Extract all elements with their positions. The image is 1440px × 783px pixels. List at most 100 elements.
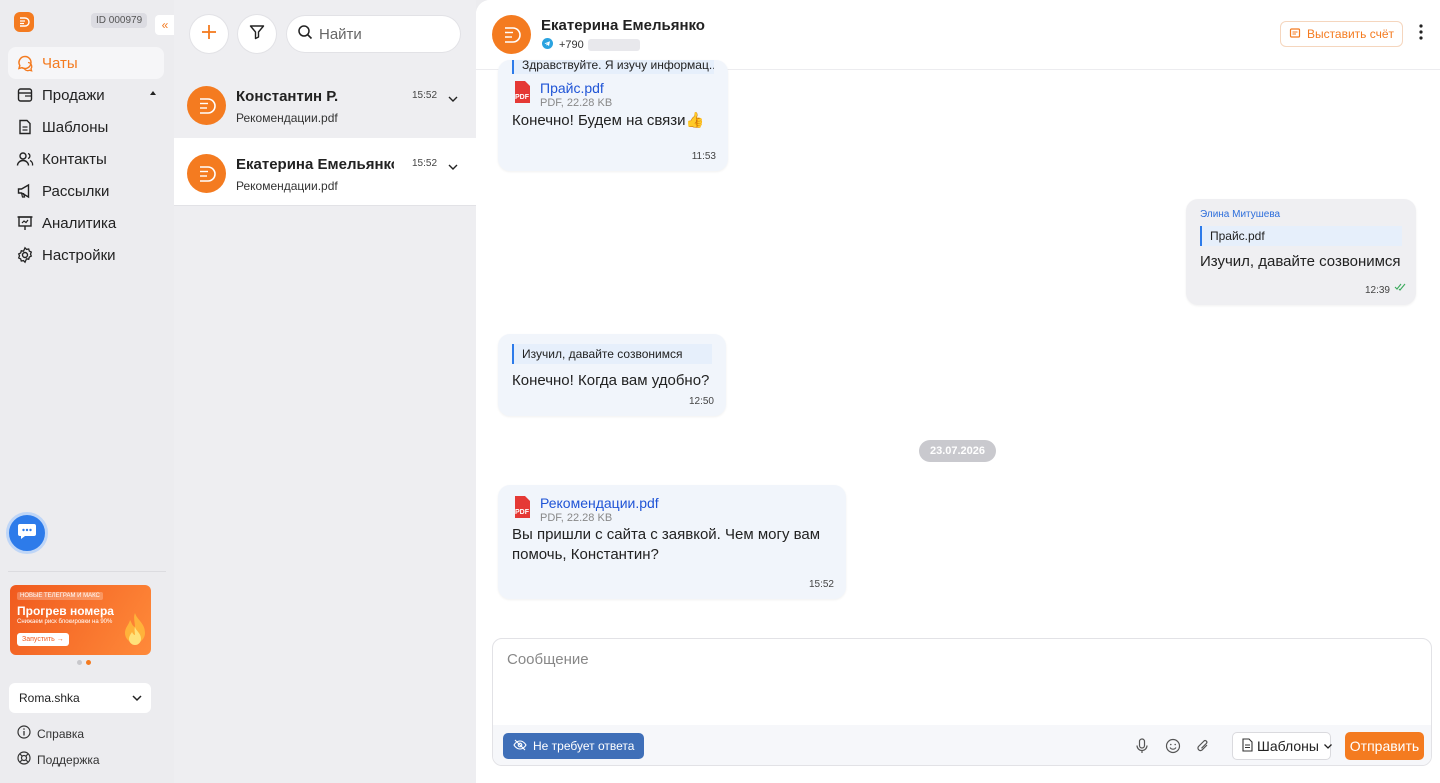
- message-text: Изучил, давайте созвонимся: [1200, 253, 1401, 270]
- microphone-icon[interactable]: [1135, 738, 1149, 759]
- phone-redacted: [587, 39, 640, 51]
- nav-label: Контакты: [42, 150, 107, 168]
- support-label: Поддержка: [37, 752, 100, 767]
- templates-select[interactable]: Шаблоны: [1232, 732, 1332, 760]
- search-input[interactable]: Найти: [287, 16, 460, 52]
- no-reply-needed-button[interactable]: Не требует ответа: [503, 733, 645, 759]
- nav-item-mailings[interactable]: Рассылки: [8, 175, 164, 207]
- chat-list-toolbar: Найти: [174, 0, 476, 70]
- fire-icon: [121, 611, 149, 654]
- file-attachment[interactable]: PDF Рекомендации.pdf PDF, 22.28 KB: [512, 495, 832, 524]
- search-icon: [297, 24, 313, 44]
- contact-phone: +790: [542, 38, 640, 52]
- promo-subtitle: Снижаем риск блокировки на 90%: [17, 619, 113, 625]
- emoji-icon[interactable]: [1165, 738, 1181, 759]
- message-incoming[interactable]: Изучил, давайте созвонимся Конечно! Когд…: [498, 334, 726, 416]
- pagination-dot-active[interactable]: [86, 660, 91, 665]
- message-incoming[interactable]: PDF Рекомендации.pdf PDF, 22.28 KB Вы пр…: [498, 485, 846, 599]
- composer-toolbar: Не требует ответа Шаблоны Отправить: [493, 725, 1431, 765]
- presentation-chart-icon: [15, 213, 35, 233]
- promo-pagination: [77, 660, 91, 665]
- message-composer[interactable]: Сообщение Не требует ответа Шаблоны Отпр…: [492, 638, 1432, 766]
- lifebuoy-icon: [17, 751, 31, 768]
- help-link[interactable]: Справка: [17, 725, 84, 742]
- message-sender: Элина Митушева: [1200, 209, 1281, 220]
- document-icon: [1241, 737, 1253, 755]
- pagination-dot[interactable]: [77, 660, 82, 665]
- message-time: 12:39: [1364, 285, 1390, 296]
- telegram-icon: [542, 38, 553, 52]
- chat-name: Константин Р.: [236, 88, 339, 105]
- nav-item-contacts[interactable]: Контакты: [8, 143, 164, 175]
- message-incoming[interactable]: Здравствуйте. Я изучу информац... PDF Пр…: [498, 60, 728, 171]
- support-link[interactable]: Поддержка: [17, 751, 100, 768]
- new-chat-button[interactable]: [190, 15, 228, 53]
- conversation-panel: Екатерина Емельянко +790 Выставить счёт …: [476, 0, 1440, 783]
- nav-item-analytics[interactable]: Аналитика: [8, 207, 164, 239]
- users-icon: [15, 149, 35, 169]
- paperclip-icon[interactable]: [1196, 738, 1210, 759]
- chat-preview: Рекомендации.pdf: [236, 111, 338, 125]
- message-text: Конечно! Когда вам удобно?: [512, 372, 710, 389]
- caret-up-icon: [150, 91, 156, 95]
- avatar: [187, 86, 226, 125]
- reply-quote[interactable]: Прайс.pdf: [1200, 226, 1402, 246]
- filter-button[interactable]: [238, 15, 276, 53]
- file-name[interactable]: Рекомендации.pdf: [540, 495, 659, 511]
- account-select[interactable]: Roma.shka: [9, 683, 151, 713]
- double-chevron-left-icon: «: [161, 18, 169, 32]
- promo-launch-button[interactable]: Запустить →: [17, 633, 69, 646]
- double-check-icon: [1394, 278, 1406, 296]
- avatar[interactable]: [492, 15, 531, 54]
- chevron-down-icon[interactable]: [447, 92, 459, 110]
- nav-item-settings[interactable]: Настройки: [8, 239, 164, 271]
- chat-time: 15:52: [412, 158, 438, 169]
- megaphone-icon: [15, 181, 35, 201]
- chat-name: Екатерина Емельянко: [236, 156, 394, 173]
- file-meta: PDF, 22.28 KB: [540, 512, 613, 524]
- search-placeholder: Найти: [319, 25, 362, 43]
- collapse-sidebar-button[interactable]: «: [155, 15, 175, 35]
- file-meta: PDF, 22.28 KB: [540, 97, 613, 109]
- chat-list-item-selected[interactable]: Екатерина Емельянко 15:52 Рекомендации.p…: [174, 138, 476, 206]
- sidebar-divider: [8, 571, 166, 572]
- reply-quote[interactable]: Изучил, давайте созвонимся: [512, 344, 712, 364]
- app-logo[interactable]: [14, 12, 34, 32]
- chat-list-item[interactable]: Константин Р. 15:52 Рекомендации.pdf: [174, 70, 476, 138]
- send-button[interactable]: Отправить: [1345, 732, 1424, 760]
- issue-invoice-button[interactable]: Выставить счёт: [1280, 21, 1403, 47]
- contact-name: Екатерина Емельянко: [541, 17, 705, 34]
- nav-label: Продажи: [42, 86, 105, 104]
- gear-icon: [15, 245, 35, 265]
- templates-label: Шаблоны: [1257, 738, 1319, 754]
- account-select-value: Roma.shka: [19, 691, 80, 705]
- nav-label: Чаты: [42, 54, 78, 72]
- issue-invoice-label: Выставить счёт: [1306, 27, 1395, 41]
- chevron-down-icon[interactable]: [447, 160, 459, 178]
- file-name[interactable]: Прайс.pdf: [540, 80, 612, 96]
- help-label: Справка: [37, 726, 85, 741]
- nav-item-sales[interactable]: Продажи: [8, 79, 164, 111]
- main-nav: Чаты Продажи Шаблоны Контакты Рассылки А…: [8, 47, 164, 271]
- reply-quote[interactable]: Здравствуйте. Я изучу информац...: [512, 60, 714, 74]
- account-id-badge: ID 000979: [91, 13, 148, 28]
- message-outgoing[interactable]: Элина Митушева Прайс.pdf Изучил, давайте…: [1186, 199, 1416, 305]
- message-input-placeholder[interactable]: Сообщение: [507, 651, 589, 668]
- nav-item-templates[interactable]: Шаблоны: [8, 111, 164, 143]
- store-icon: [15, 85, 35, 105]
- nav-label: Настройки: [42, 246, 116, 264]
- support-chat-button[interactable]: [6, 512, 48, 554]
- filter-icon: [249, 24, 265, 45]
- message-time: 12:50: [688, 396, 714, 407]
- phone-number: +790: [559, 39, 584, 51]
- more-vertical-icon[interactable]: [1418, 23, 1424, 46]
- message-area[interactable]: Здравствуйте. Я изучу информац... PDF Пр…: [476, 60, 1440, 622]
- chat-list-panel: Найти Константин Р. 15:52 Рекомендации.p…: [174, 0, 476, 783]
- message-text: Вы пришли с сайта с заявкой. Чем могу ва…: [512, 526, 821, 563]
- svg-text:PDF: PDF: [515, 94, 530, 101]
- nav-item-chats[interactable]: Чаты: [8, 47, 164, 79]
- plus-icon: [200, 23, 218, 46]
- file-attachment[interactable]: PDF Прайс.pdf PDF, 22.28 KB: [512, 80, 714, 109]
- promo-banner[interactable]: НОВЫЕ ТЕЛЕГРАМ И МАКС Прогрев номера Сни…: [10, 585, 151, 655]
- chevron-down-icon: [131, 692, 143, 707]
